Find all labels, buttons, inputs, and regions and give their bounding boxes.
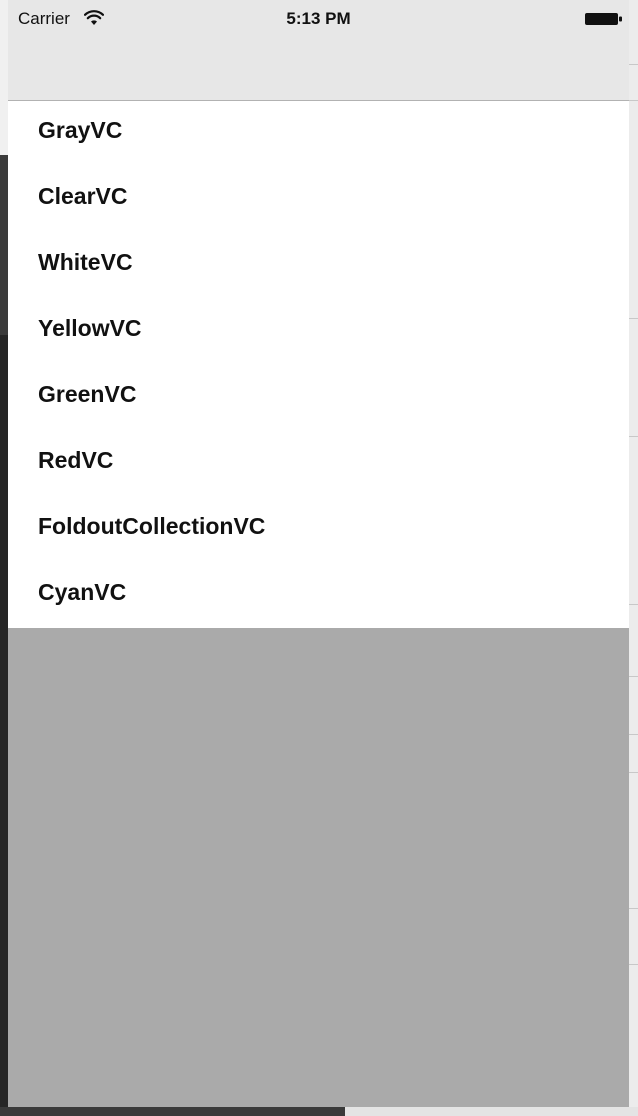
list-item-foldoutcollectionvc[interactable]: FoldoutCollectionVC: [8, 497, 629, 563]
status-bar: Carrier 5:13 PM: [8, 0, 629, 40]
view-controller-list: GrayVC ClearVC WhiteVC YellowVC GreenVC …: [8, 101, 629, 628]
list-item-label: ClearVC: [38, 183, 128, 209]
background-bottom-edge: [0, 1107, 638, 1116]
list-item-redvc[interactable]: RedVC: [8, 431, 629, 497]
list-item-label: CyanVC: [38, 579, 127, 605]
background-inspector-right: [629, 0, 638, 1116]
list-item-cyanvc[interactable]: CyanVC: [8, 563, 629, 629]
list-item-label: GrayVC: [38, 117, 123, 143]
list-item-label: GreenVC: [38, 381, 137, 407]
navigation-bar: [8, 40, 629, 101]
divider: [629, 436, 638, 437]
divider: [629, 676, 638, 677]
list-item-yellowvc[interactable]: YellowVC: [8, 299, 629, 365]
background-bottom-light: [345, 1107, 638, 1116]
list-item-clearvc[interactable]: ClearVC: [8, 167, 629, 233]
list-item-label: YellowVC: [38, 315, 142, 341]
battery-icon: [585, 13, 622, 25]
divider: [629, 964, 638, 965]
list-item-grayvc[interactable]: GrayVC: [8, 101, 629, 167]
divider: [629, 64, 638, 65]
divider: [629, 908, 638, 909]
background-panel-darker: [0, 335, 8, 1116]
simulator-screen: Carrier 5:13 PM GrayVC ClearVC WhiteVC Y…: [8, 0, 629, 1107]
divider: [629, 318, 638, 319]
background-panel-dark: [0, 155, 8, 335]
list-item-greenvc[interactable]: GreenVC: [8, 365, 629, 431]
divider: [629, 734, 638, 735]
clock: 5:13 PM: [286, 9, 351, 28]
background-panel-light: [0, 0, 8, 155]
list-item-label: WhiteVC: [38, 249, 133, 275]
divider: [629, 604, 638, 605]
list-item-label: FoldoutCollectionVC: [38, 513, 266, 539]
list-item-whitevc[interactable]: WhiteVC: [8, 233, 629, 299]
background-editor-left: [0, 0, 8, 1116]
divider: [629, 772, 638, 773]
divider: [629, 100, 638, 101]
list-item-label: RedVC: [38, 447, 114, 473]
